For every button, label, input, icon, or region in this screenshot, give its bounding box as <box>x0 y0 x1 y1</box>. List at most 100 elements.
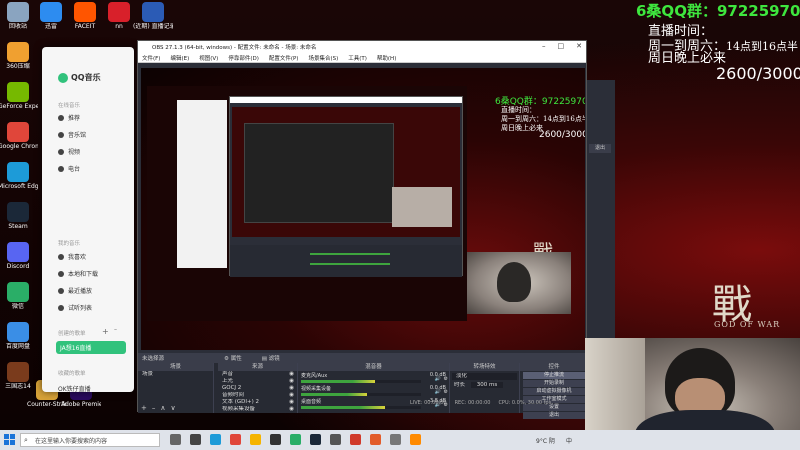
menu-item[interactable]: 试听列表 <box>58 303 92 312</box>
transition-type-select[interactable]: 淡化 <box>452 373 517 380</box>
source-item[interactable]: 文本 (GDI+) 2 ◉ <box>218 399 297 406</box>
control-button[interactable]: 启动虚拟摄像机 <box>523 388 585 395</box>
secondary-window-button[interactable]: 退出 <box>589 144 611 153</box>
desktop-icon[interactable]: Google Chrome <box>0 122 38 162</box>
taskbar-app-icon[interactable] <box>350 434 361 445</box>
transitions-dock-title: 转场特效 <box>450 363 519 371</box>
taskbar-search-input[interactable]: ⌕ 在这里输入你要搜索的内容 <box>20 433 160 447</box>
section-online-label: 在线音乐 <box>58 103 81 109</box>
desktop-icon[interactable]: nn <box>102 2 136 42</box>
desktop-icon-label: Google Chrome <box>0 143 38 150</box>
obs-menu-item[interactable]: 文件(F) <box>142 54 160 62</box>
qqmusic-window[interactable]: QQ音乐 在线音乐 推荐 音乐馆 视频 电台 我的音乐 我喜欢 本地和下载 最近播放 试听列… <box>42 47 134 393</box>
taskbar-app-icon[interactable] <box>170 434 181 445</box>
desktop-icon[interactable]: Steam <box>1 202 35 242</box>
close-icon[interactable]: ✕ <box>576 42 582 50</box>
desktop-icon[interactable]: FACEIT <box>68 2 102 42</box>
minimize-icon[interactable]: – <box>542 42 546 50</box>
expand-playlist-icon[interactable]: – <box>114 326 117 333</box>
add-playlist-icon[interactable]: + <box>102 327 109 336</box>
maximize-icon[interactable]: □ <box>558 42 565 50</box>
source-item[interactable]: GOCJ 2 ◉ <box>218 385 297 392</box>
taskbar-app-icon[interactable] <box>270 434 281 445</box>
speaker-icon[interactable]: 🔊 <box>435 376 441 382</box>
desktop-icon[interactable]: 微信 <box>1 282 35 322</box>
input-language[interactable]: 中 <box>566 436 572 445</box>
scenes-dock-title: 场景 <box>138 363 213 371</box>
desktop-icon[interactable]: 百度网盘 <box>1 322 35 362</box>
nested-deep-preview <box>244 123 394 223</box>
menu-item[interactable]: 电台 <box>58 164 80 173</box>
menu-item[interactable]: 最近播放 <box>58 286 92 295</box>
taskbar-app-icon[interactable] <box>230 434 241 445</box>
menu-item[interactable]: 音乐馆 <box>58 130 86 139</box>
desktop-icon[interactable]: (近期) 直播记录 <box>133 2 173 42</box>
collected-playlist-item[interactable]: OK铁仔直播 <box>58 384 91 393</box>
preview-webcam <box>467 252 571 314</box>
taskbar-app-icon[interactable] <box>370 434 381 445</box>
taskbar-app-icon[interactable] <box>310 434 321 445</box>
visibility-icon[interactable]: ◉ <box>289 371 294 378</box>
desktop-icon[interactable]: GeForce Experience <box>0 82 38 122</box>
filters-button[interactable]: ▤ 滤镜 <box>262 354 280 362</box>
desktop-icon[interactable]: Microsoft Edge <box>0 162 38 202</box>
gear-icon[interactable]: ⚙ <box>444 389 448 395</box>
obs-menu-item[interactable]: 停靠部件(D) <box>228 54 259 62</box>
scene-item[interactable]: 场景 <box>138 371 213 378</box>
taskbar-app-icon[interactable] <box>290 434 301 445</box>
desktop-icon-label: Discord <box>6 263 30 270</box>
desktop-icon[interactable]: 360压缩 <box>1 42 35 82</box>
weather-widget[interactable]: 9°C 阴 <box>536 436 555 445</box>
visibility-icon[interactable]: ◉ <box>289 406 294 413</box>
desktop-icon[interactable]: 迅雷 <box>34 2 68 42</box>
obs-menu-item[interactable]: 帮助(H) <box>377 54 396 62</box>
taskbar-app-icon[interactable] <box>210 434 221 445</box>
speaker-icon[interactable]: 🔊 <box>435 389 441 395</box>
qqmusic-app-name: QQ音乐 <box>71 73 101 82</box>
visibility-icon[interactable]: ◉ <box>289 378 294 385</box>
control-button[interactable]: 开始录制 <box>523 380 585 387</box>
taskbar-app-icon[interactable] <box>330 434 341 445</box>
source-item[interactable]: 视频采集设备 ◉ <box>218 406 297 413</box>
menu-item[interactable]: 我喜欢 <box>58 252 86 261</box>
menu-item[interactable]: 推荐 <box>58 113 80 122</box>
obs-titlebar[interactable]: OBS 27.1.3 (64-bit, windows) - 配置文件: 未命名… <box>138 41 586 53</box>
move-down-icon[interactable]: ∨ <box>171 404 176 412</box>
transition-duration[interactable]: 时长 300 ms <box>450 382 519 389</box>
taskbar-app-icon[interactable] <box>250 434 261 445</box>
obs-menu-item[interactable]: 配置文件(P) <box>269 54 299 62</box>
desktop-icon[interactable]: Discord <box>1 242 35 282</box>
source-item[interactable]: 音频时间 ◉ <box>218 392 297 399</box>
menu-item[interactable]: 视频 <box>58 147 80 156</box>
add-icon[interactable]: + <box>141 404 147 412</box>
menu-item-icon <box>58 253 64 260</box>
qq-group-overlay: 6桑QQ群：972259706 <box>636 2 800 20</box>
remove-icon[interactable]: – <box>152 404 156 412</box>
section-collected-label: 收藏的歌单 <box>58 371 86 377</box>
source-item[interactable]: 声音 ◉ <box>218 371 297 378</box>
source-item[interactable]: 上光 ◉ <box>218 378 297 385</box>
obs-preview-canvas[interactable]: 6桑QQ群：972259706 直播时间： 周一到周六：14点到16点半 周日晚… <box>141 68 585 350</box>
desktop-icon[interactable]: 回收站 <box>1 2 35 42</box>
obs-window[interactable]: OBS 27.1.3 (64-bit, windows) - 配置文件: 未命名… <box>137 40 588 419</box>
taskbar-app-icon[interactable] <box>190 434 201 445</box>
control-button[interactable]: 停止推流 <box>523 372 585 379</box>
playlist-item-active[interactable]: JA想16直播 <box>56 341 126 354</box>
obs-menu-item[interactable]: 工具(T) <box>348 54 367 62</box>
move-up-icon[interactable]: ∧ <box>160 404 165 412</box>
live-status: LIVE: 00:00:00 <box>410 400 447 406</box>
visibility-icon[interactable]: ◉ <box>289 399 294 406</box>
transition-duration-value[interactable]: 300 ms <box>470 382 504 388</box>
visibility-icon[interactable]: ◉ <box>289 385 294 392</box>
properties-button[interactable]: ⚙ 属性 <box>224 354 242 362</box>
menu-item[interactable]: 本地和下载 <box>58 269 98 278</box>
gear-icon[interactable]: ⚙ <box>444 376 448 382</box>
start-icon[interactable] <box>4 434 15 445</box>
visibility-icon[interactable]: ◉ <box>289 392 294 399</box>
taskbar-app-icon[interactable] <box>410 434 421 445</box>
obs-menu-item[interactable]: 场景集合(S) <box>308 54 338 62</box>
obs-menu-item[interactable]: 视图(V) <box>199 54 218 62</box>
control-button[interactable]: 退出 <box>523 412 585 419</box>
obs-menu-item[interactable]: 编辑(E) <box>170 54 189 62</box>
taskbar-app-icon[interactable] <box>390 434 401 445</box>
